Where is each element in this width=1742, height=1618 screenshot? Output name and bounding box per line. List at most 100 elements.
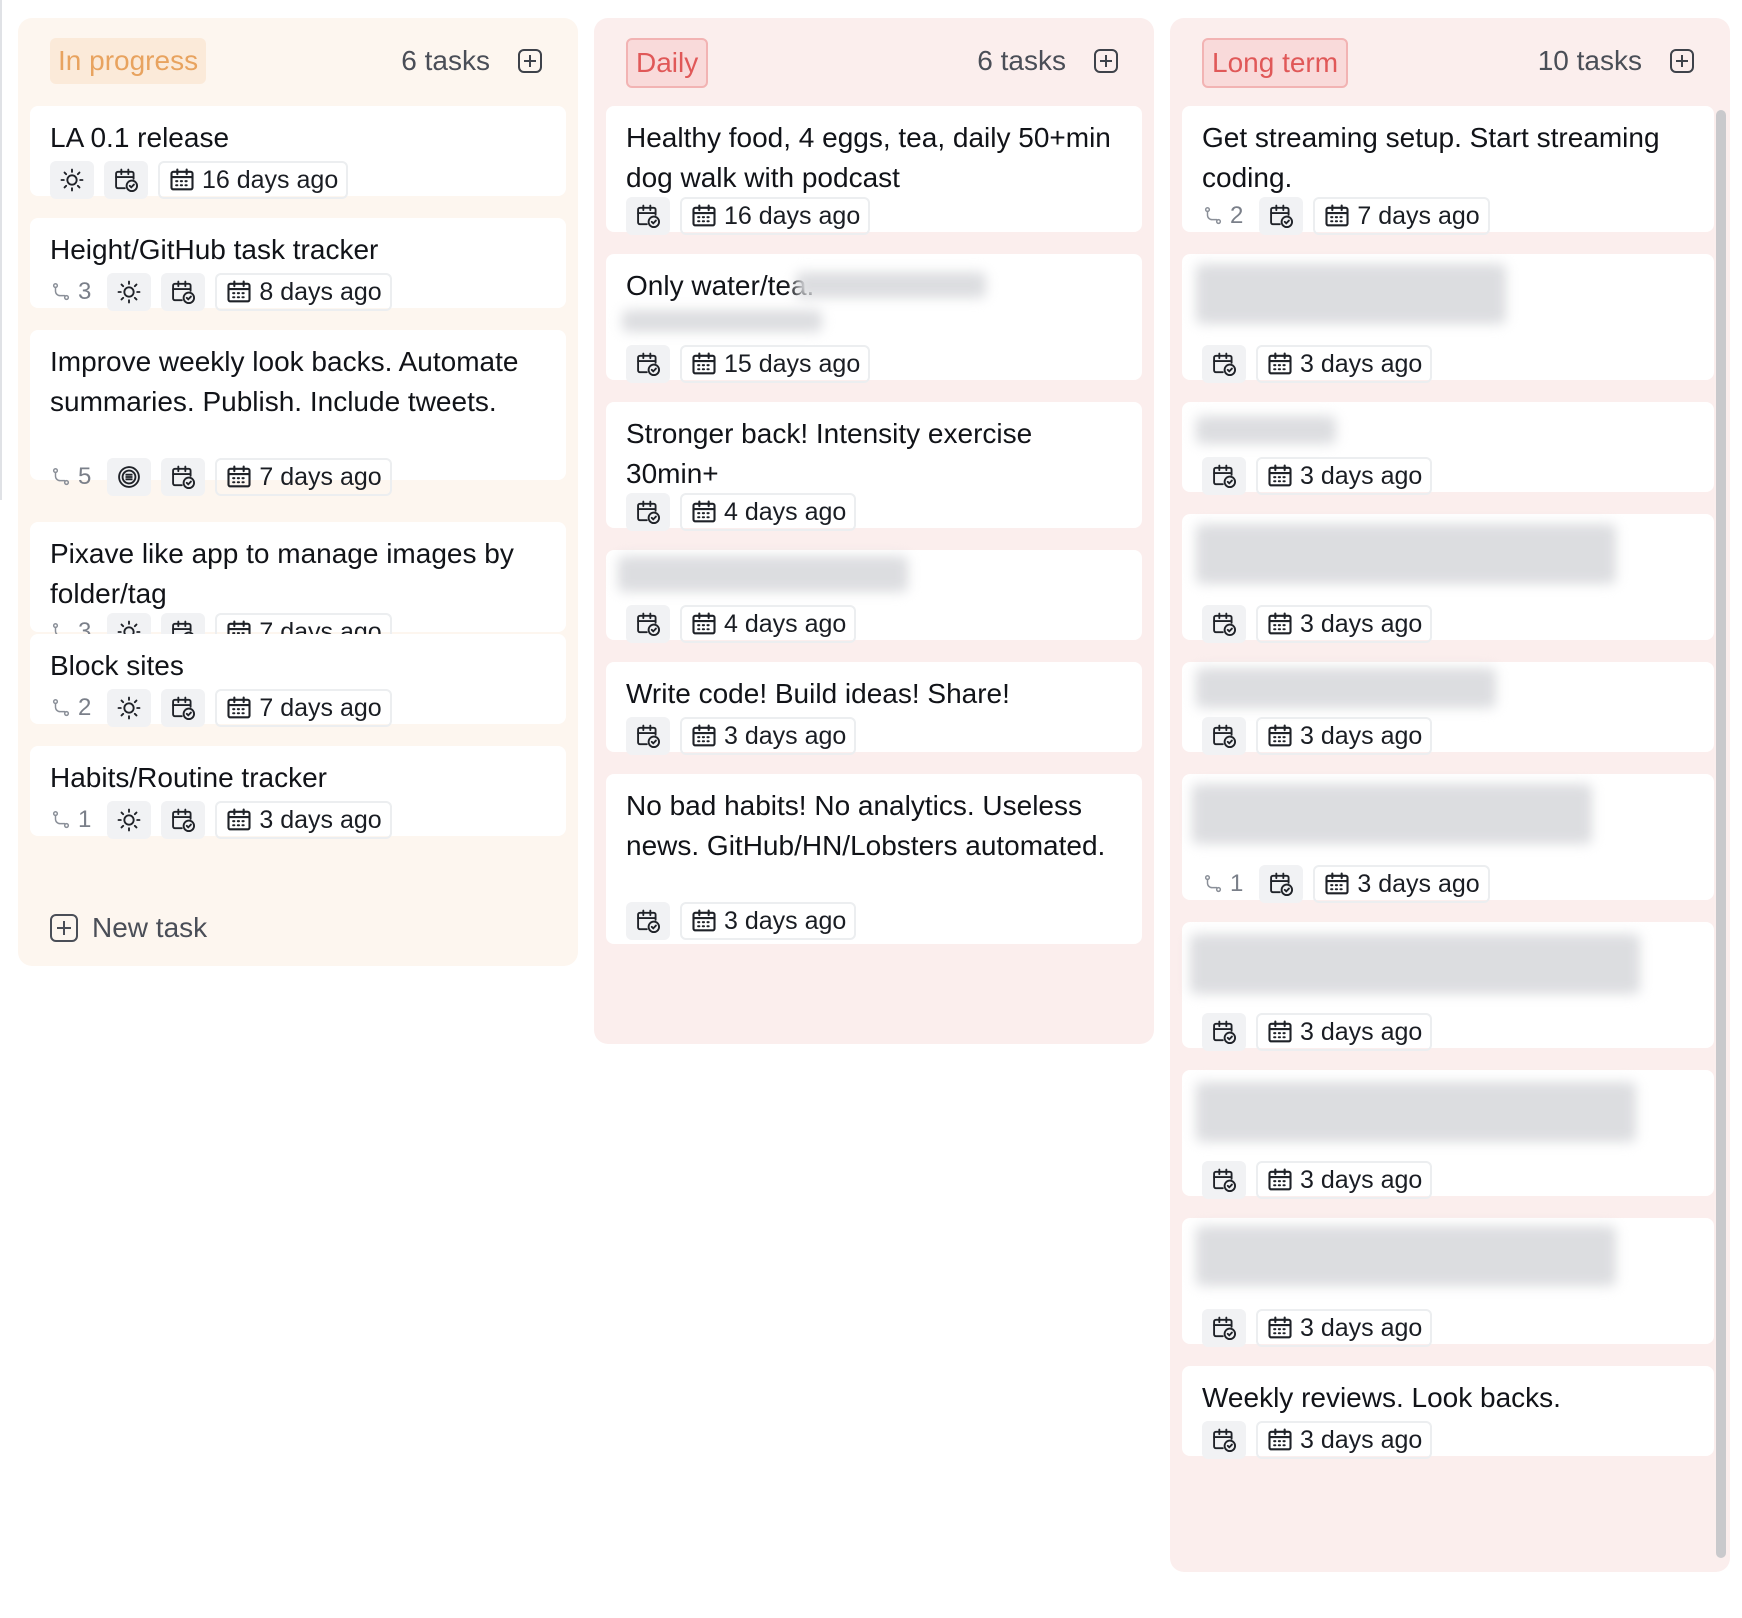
scrollbar[interactable] [1716,110,1726,1558]
due-date-chip[interactable]: 3 days ago [680,717,857,755]
column-daily: Daily 6 tasks Healthy food, 4 eggs, tea,… [594,18,1154,1044]
target-icon[interactable] [107,458,152,496]
task-meta: 3 days ago [1202,457,1433,495]
due-date-chip[interactable]: 3 days ago [1256,1421,1433,1459]
column-header: Daily 6 tasks [594,18,1154,106]
subtask-count-value: 1 [78,806,92,833]
due-date-chip[interactable]: 8 days ago [215,273,392,311]
calendar-icon [227,808,251,831]
calendar-check-icon[interactable] [1202,457,1246,495]
column-label[interactable]: Daily [626,38,709,88]
calendar-check-icon[interactable] [626,605,670,643]
calendar-check-icon[interactable] [1202,345,1246,383]
calendar-check-icon[interactable] [161,273,206,311]
task-card[interactable]: Improve weekly look backs. Automate summ… [30,330,566,496]
due-date-chip[interactable]: 3 days ago [1256,1013,1433,1051]
due-date-chip[interactable]: 3 days ago [1256,605,1433,643]
task-card[interactable]: 3 days ago [1182,1070,1714,1199]
due-date-text: 7 days ago [259,693,382,722]
new-task-button[interactable]: New task [50,912,207,944]
due-date-chip[interactable]: 7 days ago [215,689,392,727]
task-card[interactable]: 4 days ago [606,550,1142,643]
due-date-chip[interactable]: 3 days ago [1256,457,1433,495]
task-card[interactable]: Pixave like app to manage images by fold… [30,522,566,651]
calendar-check-icon[interactable] [626,493,670,531]
task-meta: 1 3 days ago [50,801,392,839]
calendar-check-icon[interactable] [1202,1013,1246,1051]
calendar-check-icon[interactable] [1202,1161,1246,1199]
calendar-check-icon[interactable] [1202,605,1246,643]
add-task-icon[interactable] [1670,49,1694,73]
task-card[interactable]: No bad habits! No analytics. Useless new… [606,774,1142,944]
due-date-chip[interactable]: 3 days ago [1256,1309,1433,1347]
due-date-chip[interactable]: 7 days ago [215,458,392,496]
subtask-count-value: 2 [78,694,92,721]
task-card[interactable]: Height/GitHub task tracker 3 8 days ago [30,218,566,311]
calendar-icon [692,612,716,635]
calendar-icon [692,724,716,747]
task-card[interactable]: 3 days ago [1182,662,1714,755]
column-header: In progress 6 tasks [18,18,578,106]
task-meta: 3 days ago [1202,1161,1433,1199]
calendar-check-icon[interactable] [1259,865,1304,903]
task-meta: 2 7 days ago [50,689,392,727]
calendar-check-icon[interactable] [1259,197,1304,235]
calendar-icon [1325,872,1349,895]
redacted-text [1192,784,1592,844]
calendar-check-icon[interactable] [626,345,670,383]
task-card[interactable]: 3 days ago [1182,514,1714,643]
task-card[interactable]: 3 days ago [1182,254,1714,383]
calendar-icon [692,500,716,523]
column-label[interactable]: Long term [1202,38,1349,88]
column-header: Long term 10 tasks [1170,18,1730,106]
task-card[interactable]: Block sites 2 7 days ago [30,634,566,727]
due-date-chip[interactable]: 4 days ago [680,605,857,643]
task-card[interactable]: 3 days ago [1182,402,1714,495]
calendar-check-icon[interactable] [626,197,670,235]
calendar-check-icon[interactable] [1202,717,1246,755]
due-date-text: 8 days ago [259,277,382,306]
task-card[interactable]: Habits/Routine tracker 1 3 days ago [30,746,566,839]
task-card[interactable]: Stronger back! Intensity exercise 30min+… [606,402,1142,531]
task-card[interactable]: 3 days ago [1182,1218,1714,1347]
bulb-icon[interactable] [107,801,152,839]
bulb-icon[interactable] [107,273,152,311]
calendar-check-icon[interactable] [626,717,670,755]
calendar-icon [1268,1316,1292,1339]
calendar-check-icon[interactable] [161,458,206,496]
add-task-icon[interactable] [518,49,542,73]
task-card[interactable]: Weekly reviews. Look backs. 3 days ago [1182,1366,1714,1459]
task-card[interactable]: 1 3 days ago [1182,774,1714,903]
task-card[interactable]: Healthy food, 4 eggs, tea, daily 50+min … [606,106,1142,235]
due-date-chip[interactable]: 3 days ago [1313,865,1490,903]
due-date-chip[interactable]: 3 days ago [1256,345,1433,383]
bulb-icon[interactable] [107,689,152,727]
due-date-text: 16 days ago [724,201,861,230]
due-date-chip[interactable]: 3 days ago [1256,717,1433,755]
calendar-check-icon[interactable] [1202,1421,1246,1459]
calendar-check-icon[interactable] [626,902,670,940]
due-date-chip[interactable]: 16 days ago [158,161,349,199]
task-card[interactable]: Only water/tea. 15 days ago [606,254,1142,383]
due-date-chip[interactable]: 3 days ago [1256,1161,1433,1199]
calendar-check-icon[interactable] [161,689,206,727]
due-date-chip[interactable]: 3 days ago [680,902,857,940]
task-card[interactable]: Get streaming setup. Start streaming cod… [1182,106,1714,235]
due-date-chip[interactable]: 4 days ago [680,493,857,531]
calendar-check-icon[interactable] [1202,1309,1246,1347]
due-date-text: 3 days ago [1357,869,1480,898]
task-card[interactable]: LA 0.1 release 16 days ago [30,106,566,199]
calendar-icon [1268,1020,1292,1043]
due-date-chip[interactable]: 7 days ago [1313,197,1490,235]
task-card[interactable]: Write code! Build ideas! Share! 3 days ag… [606,662,1142,755]
due-date-chip[interactable]: 15 days ago [680,345,871,383]
task-card[interactable]: 3 days ago [1182,922,1714,1051]
due-date-chip[interactable]: 3 days ago [215,801,392,839]
subtask-branch-icon [52,283,70,301]
bulb-icon[interactable] [50,161,94,199]
add-task-icon[interactable] [1094,49,1118,73]
column-label[interactable]: In progress [50,38,207,84]
calendar-check-icon[interactable] [104,161,148,199]
due-date-chip[interactable]: 16 days ago [680,197,871,235]
calendar-check-icon[interactable] [161,801,206,839]
